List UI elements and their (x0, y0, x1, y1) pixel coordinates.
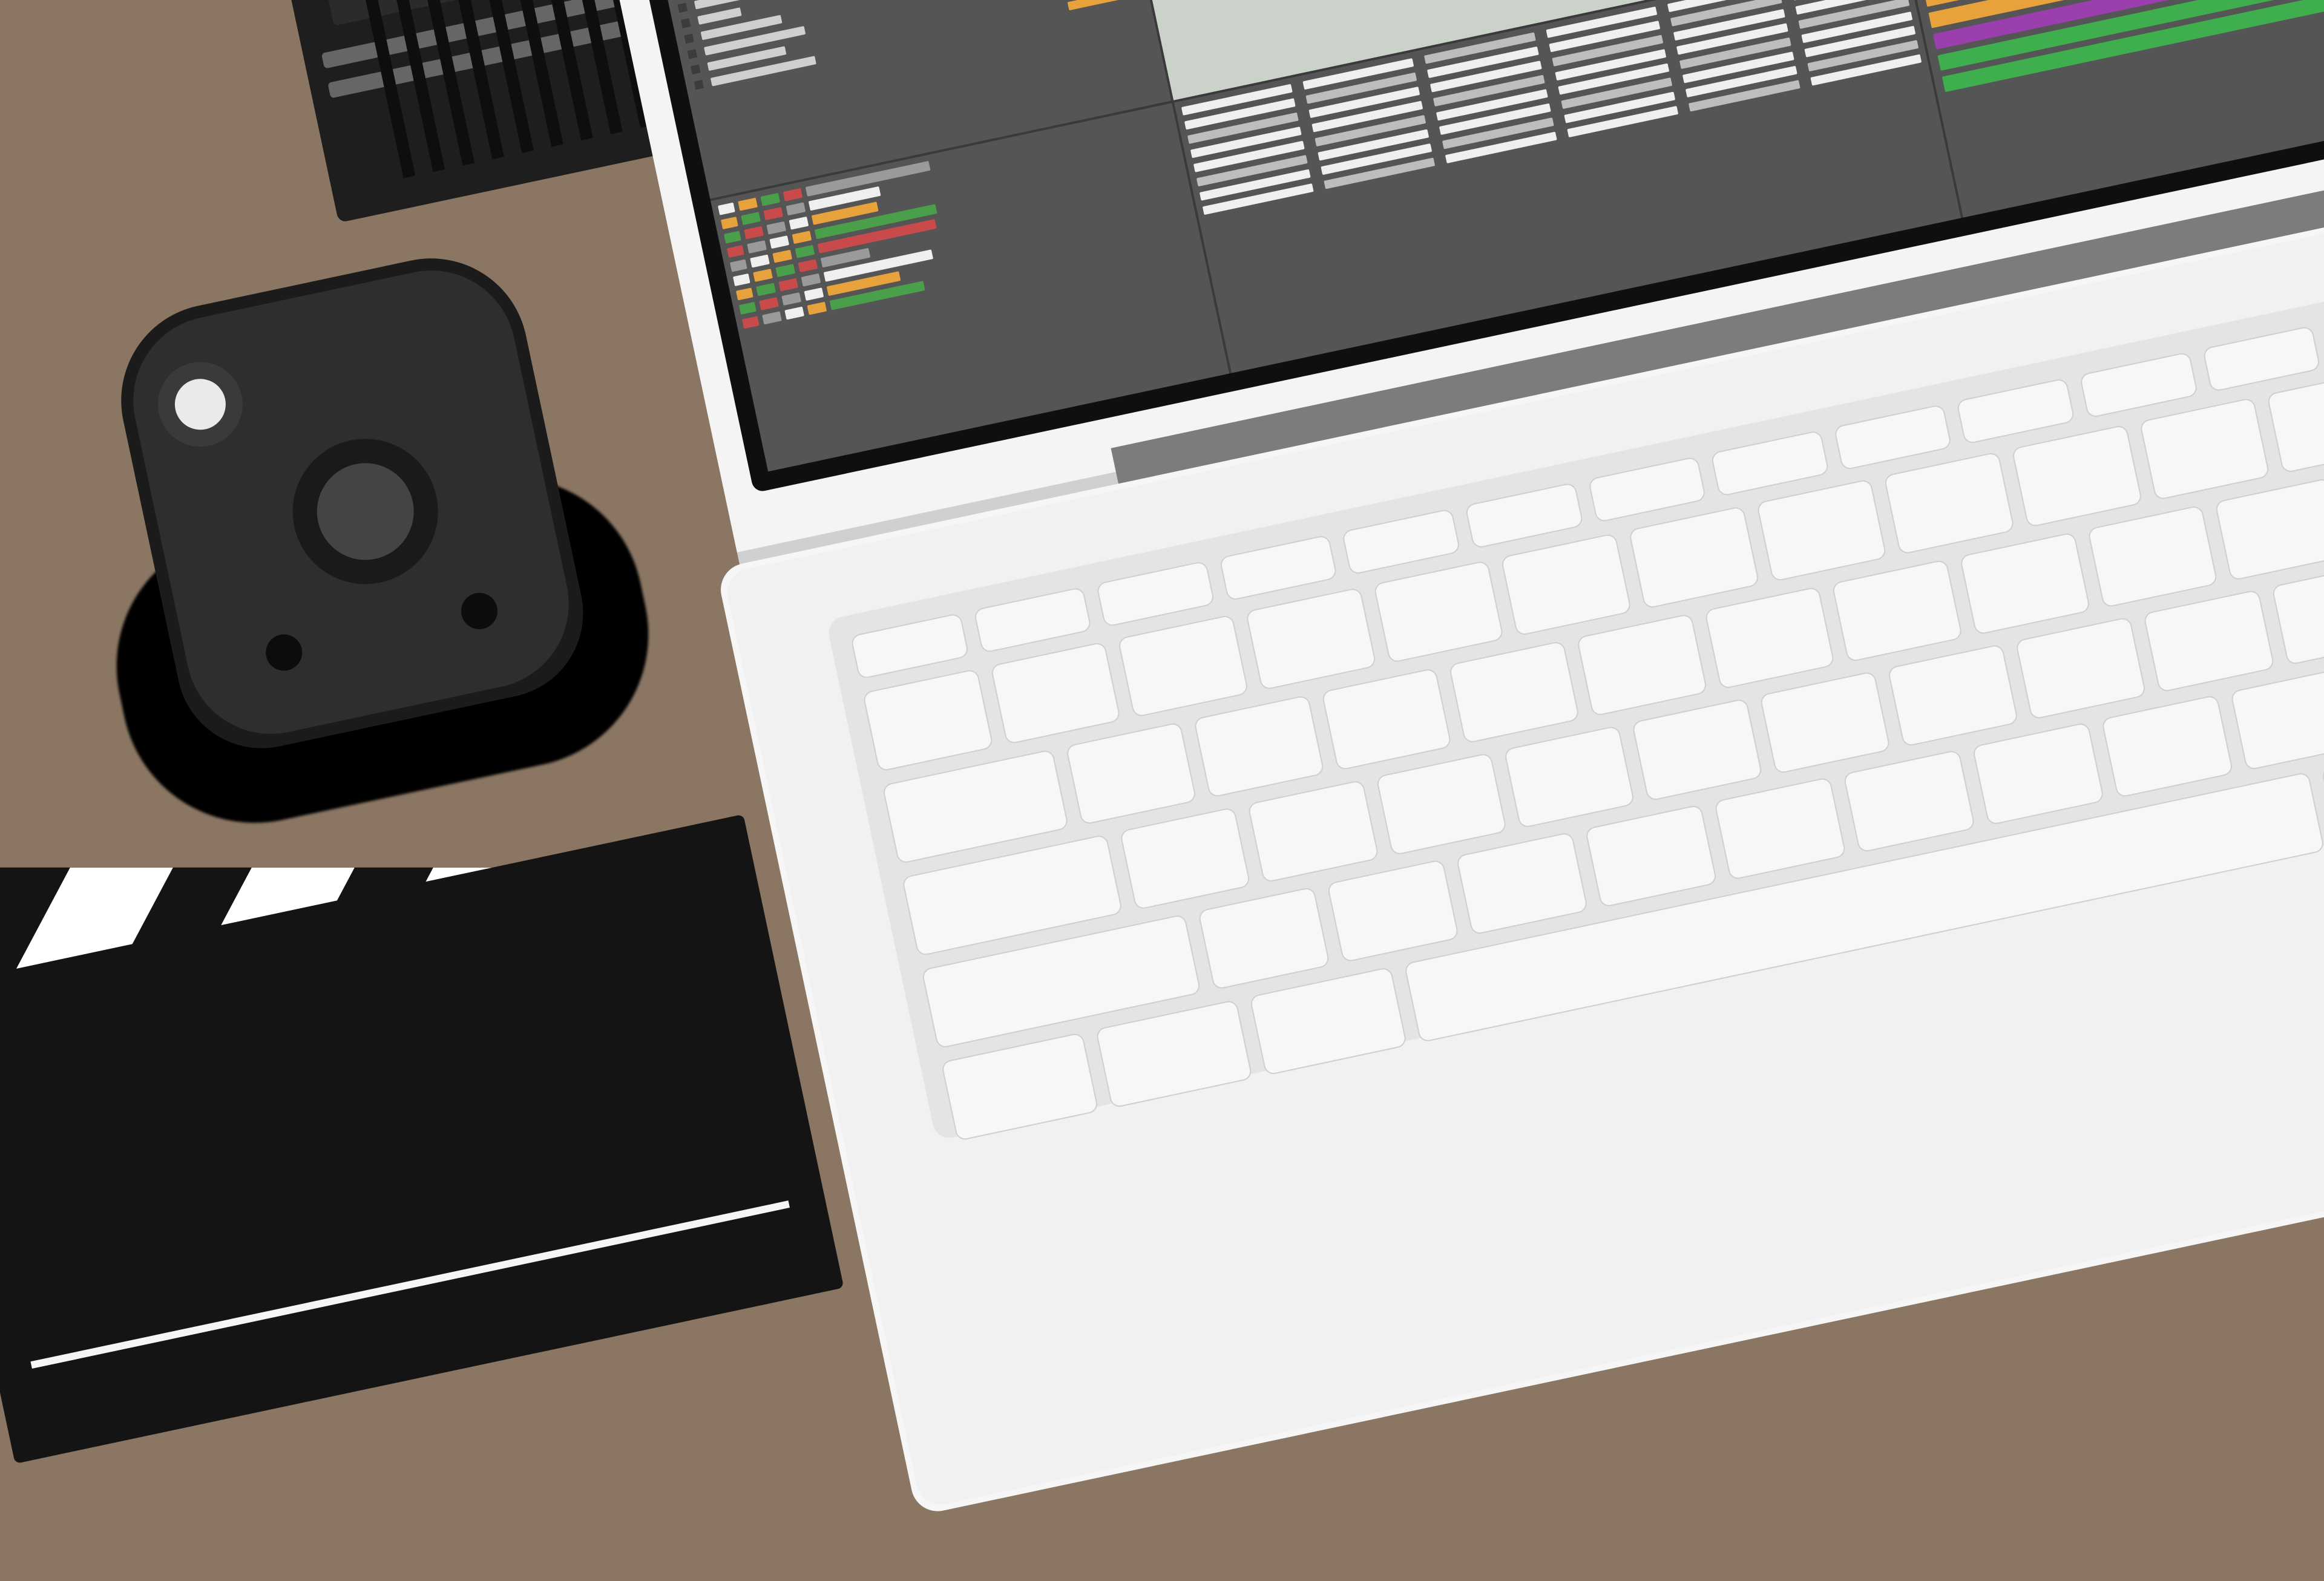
keyboard-key (2011, 424, 2142, 528)
keyboard-key (1193, 695, 1325, 798)
keyboard-key (1756, 479, 1887, 582)
keyboard-key (2101, 695, 2234, 799)
keyboard-key (1117, 614, 1249, 718)
keyboard-key (1449, 640, 1580, 744)
keyboard-key (1972, 722, 2105, 826)
film-clapperboard (0, 670, 876, 1581)
keyboard-key (1219, 534, 1338, 601)
keyboard-key (1883, 451, 2015, 555)
keyboard-key (1066, 722, 1197, 825)
keyboard-key (1342, 508, 1461, 575)
keyboard-key (2267, 370, 2324, 474)
keyboard-key (2214, 477, 2324, 581)
dslr-camera (74, 212, 628, 793)
keyboard-key (850, 612, 970, 679)
keyboard-key (1759, 671, 1891, 774)
keyboard-key (1375, 752, 1507, 856)
keyboard-key (2143, 589, 2275, 693)
keyboard-key (2087, 505, 2218, 608)
keyboard-key (1704, 586, 1835, 690)
keyboard-key (862, 669, 994, 772)
keyboard-key (990, 641, 1121, 745)
keyboard-key (1327, 859, 1460, 963)
keyboard-key (2230, 667, 2324, 771)
keyboard-key (2322, 739, 2324, 848)
keyboard-key (1247, 779, 1379, 883)
keyboard-key (1373, 560, 1504, 663)
keyboard-key (1587, 456, 1707, 523)
keyboard-key (1321, 667, 1452, 771)
keyboard-key (1959, 532, 2090, 635)
keyboard-key (1576, 613, 1707, 716)
keyboard-key (1198, 886, 1331, 990)
keyboard-key (1249, 966, 1407, 1076)
keyboard-key (1500, 533, 1632, 637)
keyboard-key (1503, 725, 1635, 828)
keyboard-key (1245, 587, 1376, 690)
keyboard-key (1456, 831, 1589, 935)
panel-timeline[interactable] (1906, 0, 2324, 217)
keyboard-key (1095, 1000, 1253, 1109)
keyboard-key (1714, 777, 1847, 881)
illustration-scene (0, 0, 2324, 1307)
keyboard-key (1096, 560, 1215, 627)
keyboard-key (2079, 352, 2198, 419)
keyboard-key (2202, 326, 2321, 393)
keyboard-key (1628, 506, 1759, 609)
keyboard-key (1956, 378, 2075, 445)
keyboard-key (973, 586, 1092, 653)
keyboard-key (1831, 559, 1963, 663)
property-row[interactable] (694, 0, 1140, 90)
keyboard-key (940, 1032, 1098, 1142)
keyboard-key (1710, 430, 1830, 497)
keyboard-key (2271, 562, 2324, 666)
keyboard-key (1631, 698, 1763, 801)
keyboard-key (2015, 617, 2147, 720)
keyboard-key (1887, 644, 2019, 747)
keyboard-key (1465, 482, 1584, 549)
keyboard-key (2139, 397, 2270, 500)
keyboard-key (1833, 404, 1952, 471)
keyboard-key (1120, 807, 1252, 910)
keyboard-key (1585, 804, 1718, 908)
keyboard-key (1843, 749, 1976, 853)
